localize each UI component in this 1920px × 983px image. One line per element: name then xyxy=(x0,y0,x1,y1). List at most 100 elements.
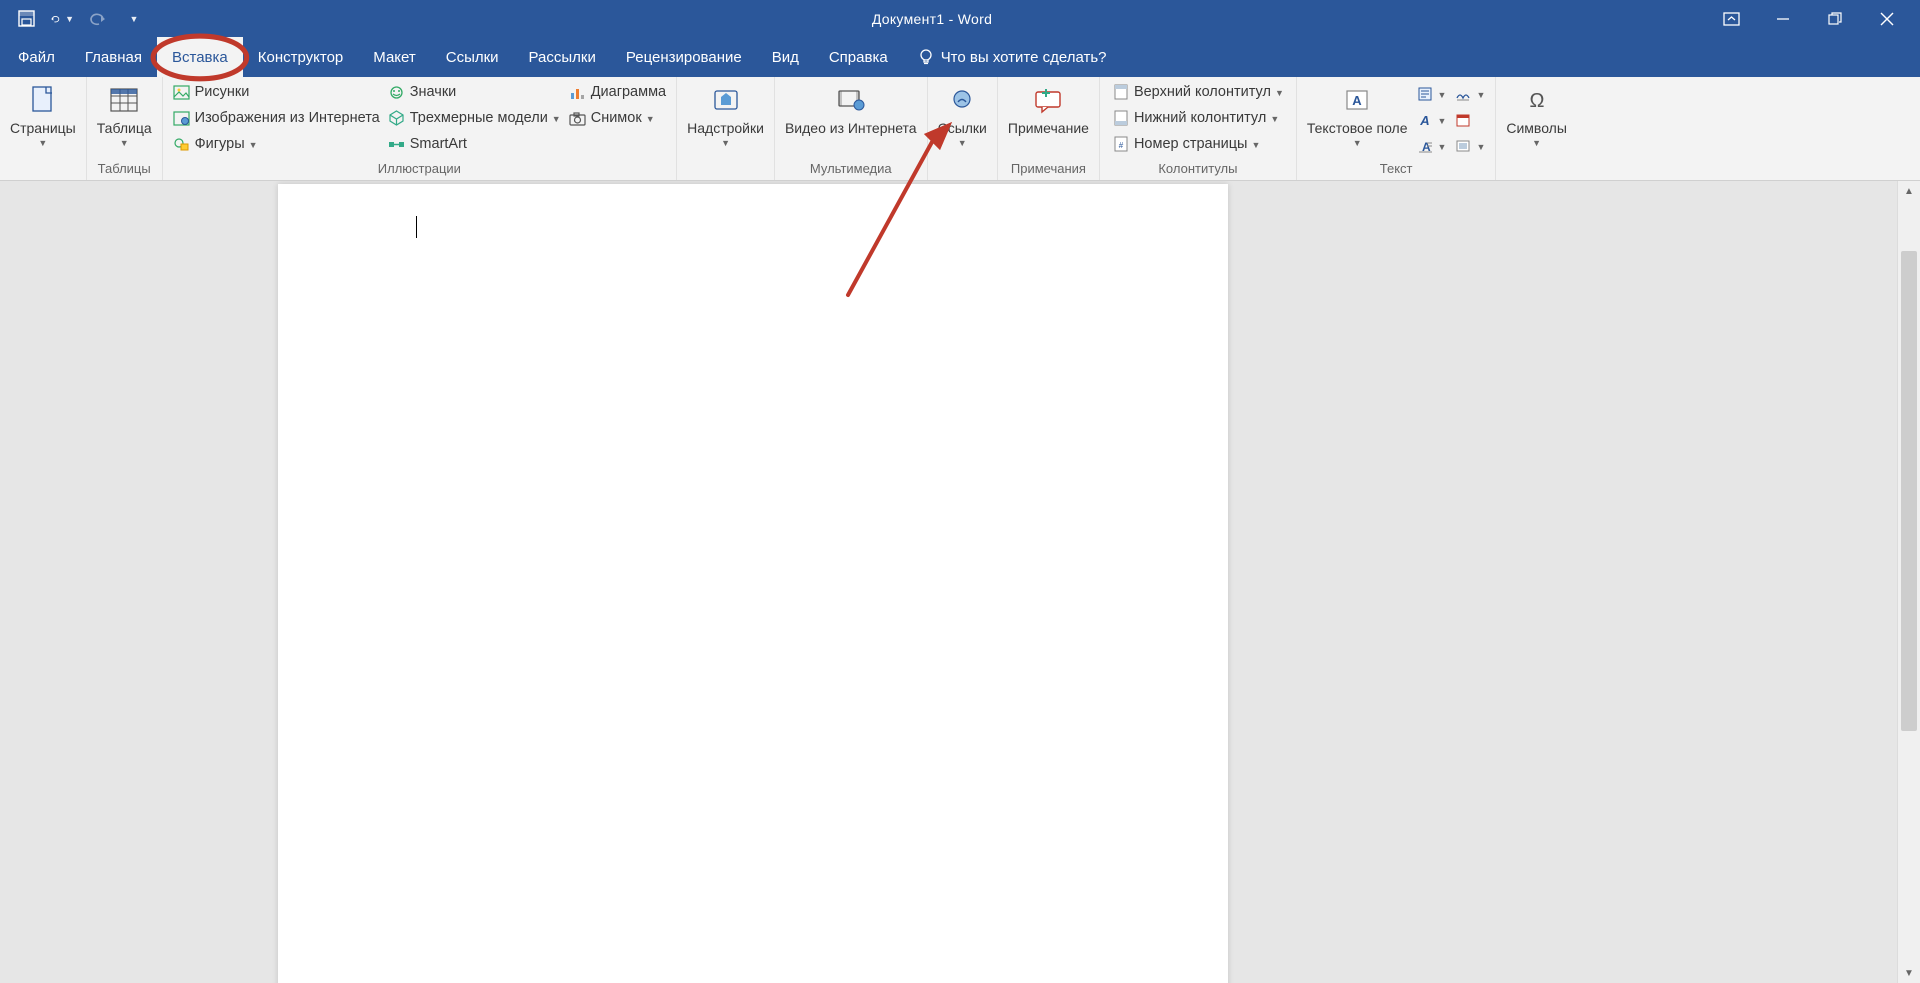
tab-label: Справка xyxy=(829,49,888,66)
scroll-down-button[interactable]: ▼ xyxy=(1898,963,1920,983)
shapes-button[interactable]: Фигуры ▼ xyxy=(169,131,384,157)
ribbon: Страницы ▼ Таблица ▼ Таблицы Рисунки xyxy=(0,77,1920,181)
drop-cap-button[interactable]: A▼ xyxy=(1412,133,1451,159)
group-label xyxy=(1496,159,1577,180)
dropcap-icon: A xyxy=(1416,137,1434,155)
wordart-icon: A xyxy=(1416,111,1434,129)
button-label: Ссылки xyxy=(938,119,987,137)
document-canvas[interactable] xyxy=(0,181,1897,983)
group-links: Ссылки ▼ xyxy=(928,77,998,180)
tab-home[interactable]: Главная xyxy=(70,37,157,77)
svg-text:A: A xyxy=(1352,93,1362,108)
redo-button[interactable] xyxy=(86,7,110,31)
tab-insert[interactable]: Вставка xyxy=(157,37,243,77)
dropdown-icon: ▼ xyxy=(1275,88,1284,98)
tab-label: Конструктор xyxy=(258,49,344,66)
comment-icon xyxy=(1031,83,1065,117)
object-icon xyxy=(1454,137,1472,155)
date-time-button[interactable] xyxy=(1450,107,1489,133)
header-button[interactable]: Верхний колонтитул ▼ xyxy=(1108,79,1288,105)
tab-mailings[interactable]: Рассылки xyxy=(514,37,611,77)
screenshot-button[interactable]: Снимок ▼ xyxy=(565,105,670,131)
pages-button[interactable]: Страницы ▼ xyxy=(6,79,80,159)
footer-button[interactable]: Нижний колонтитул ▼ xyxy=(1108,105,1288,131)
date-icon xyxy=(1454,111,1472,129)
button-label: Номер страницы xyxy=(1134,136,1248,152)
smartart-button[interactable]: SmartArt xyxy=(384,131,565,157)
tab-file[interactable]: Файл xyxy=(0,37,70,77)
dropdown-icon: ▼ xyxy=(1476,142,1485,152)
object-button[interactable]: ▼ xyxy=(1450,133,1489,159)
lightbulb-icon xyxy=(917,48,935,66)
window-title: Документ1 - Word xyxy=(146,11,1718,27)
undo-button[interactable]: ▼ xyxy=(50,7,74,31)
icons-button[interactable]: Значки xyxy=(384,79,565,105)
scroll-track[interactable] xyxy=(1898,201,1920,963)
maximize-button[interactable] xyxy=(1822,6,1848,32)
dropdown-icon: ▼ xyxy=(646,114,655,124)
chart-button[interactable]: Диаграмма xyxy=(565,79,670,105)
button-label: Текстовое поле xyxy=(1307,119,1408,137)
button-label: Верхний колонтитул xyxy=(1134,84,1271,100)
smartart-icon xyxy=(388,135,406,153)
vertical-scrollbar[interactable]: ▲ ▼ xyxy=(1897,181,1920,983)
minimize-button[interactable] xyxy=(1770,6,1796,32)
group-label: Таблицы xyxy=(87,159,162,180)
page[interactable] xyxy=(278,184,1228,983)
tab-layout[interactable]: Макет xyxy=(358,37,430,77)
comment-button[interactable]: Примечание xyxy=(1004,79,1093,159)
signature-line-button[interactable]: ▼ xyxy=(1450,81,1489,107)
close-button[interactable] xyxy=(1874,6,1900,32)
online-video-button[interactable]: Видео из Интернета xyxy=(781,79,921,159)
button-label: Снимок xyxy=(591,110,642,126)
tab-review[interactable]: Рецензирование xyxy=(611,37,757,77)
button-label: Рисунки xyxy=(195,84,250,100)
tell-me-placeholder: Что вы хотите сделать? xyxy=(941,49,1107,66)
dropdown-icon: ▼ xyxy=(1438,90,1447,100)
dropdown-icon: ▼ xyxy=(1251,140,1260,150)
video-icon xyxy=(834,83,868,117)
text-box-button[interactable]: A Текстовое поле ▼ xyxy=(1303,79,1412,159)
tab-label: Файл xyxy=(18,49,55,66)
window-controls xyxy=(1718,6,1920,32)
ribbon-display-options-button[interactable] xyxy=(1718,6,1744,32)
link-icon xyxy=(945,83,979,117)
page-number-button[interactable]: # Номер страницы ▼ xyxy=(1108,131,1288,157)
group-label: Мультимедиа xyxy=(775,159,927,180)
dropdown-icon: ▼ xyxy=(1270,114,1279,124)
group-pages: Страницы ▼ xyxy=(0,77,87,180)
cube-icon xyxy=(388,109,406,127)
tab-view[interactable]: Вид xyxy=(757,37,814,77)
quick-parts-button[interactable]: ▼ xyxy=(1412,81,1451,107)
tab-references[interactable]: Ссылки xyxy=(431,37,514,77)
scroll-up-button[interactable]: ▲ xyxy=(1898,181,1920,201)
save-button[interactable] xyxy=(14,7,38,31)
symbols-button[interactable]: Ω Символы ▼ xyxy=(1502,79,1571,159)
wordart-button[interactable]: A▼ xyxy=(1412,107,1451,133)
links-button[interactable]: Ссылки ▼ xyxy=(934,79,991,159)
button-label: Видео из Интернета xyxy=(785,119,917,137)
addins-button[interactable]: Надстройки ▼ xyxy=(683,79,768,159)
tab-help[interactable]: Справка xyxy=(814,37,903,77)
page-icon xyxy=(26,83,60,117)
group-comments: Примечание Примечания xyxy=(998,77,1100,180)
button-label: Фигуры xyxy=(195,136,245,152)
group-illustrations: Рисунки Изображения из Интернета Фигуры … xyxy=(163,77,677,180)
dropdown-icon: ▼ xyxy=(65,14,74,24)
tell-me-search[interactable]: Что вы хотите сделать? xyxy=(903,37,1121,77)
dropdown-icon: ▼ xyxy=(120,138,129,148)
online-pictures-button[interactable]: Изображения из Интернета xyxy=(169,105,384,131)
tab-design[interactable]: Конструктор xyxy=(243,37,359,77)
online-picture-icon xyxy=(173,109,191,127)
title-bar: ▼ ▼ Документ1 - Word xyxy=(0,0,1920,37)
button-label: Примечание xyxy=(1008,119,1089,137)
qat-customize-button[interactable]: ▼ xyxy=(122,7,146,31)
scroll-thumb[interactable] xyxy=(1901,251,1917,731)
3d-models-button[interactable]: Трехмерные модели ▼ xyxy=(384,105,565,131)
dropdown-icon: ▼ xyxy=(249,140,258,150)
pictures-button[interactable]: Рисунки xyxy=(169,79,384,105)
button-label: Значки xyxy=(410,84,457,100)
table-button[interactable]: Таблица ▼ xyxy=(93,79,156,159)
dropdown-icon: ▼ xyxy=(958,138,967,148)
button-label: SmartArt xyxy=(410,136,467,152)
